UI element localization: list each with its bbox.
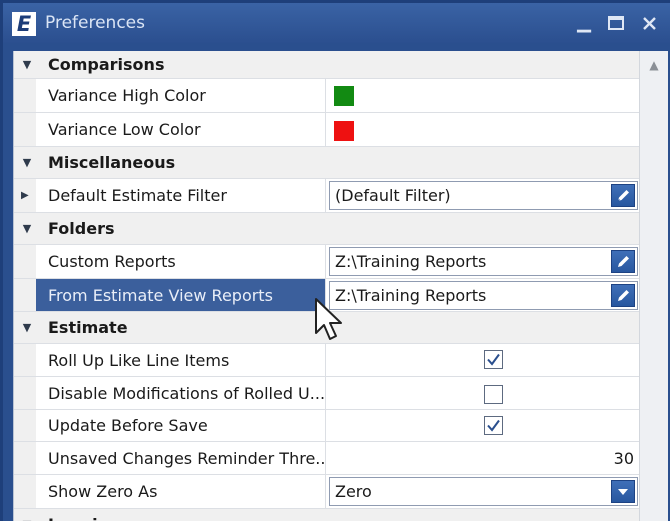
edit-button[interactable] <box>611 250 635 273</box>
property-name: Custom Reports <box>36 245 326 278</box>
row-gutter <box>14 113 36 146</box>
property-value: (Default Filter) <box>326 179 640 212</box>
property-value[interactable] <box>326 79 640 112</box>
maximize-icon <box>608 16 624 30</box>
property-value: Z:\Training Reports <box>326 245 640 278</box>
property-name: Unsaved Changes Reminder Thre... <box>36 442 326 474</box>
from-estimate-reports-path-field[interactable]: Z:\Training Reports <box>329 281 638 310</box>
reminder-threshold-value[interactable]: 30 <box>614 442 634 474</box>
category-folders[interactable]: ▼ Folders <box>14 213 640 245</box>
row-gutter <box>14 279 36 311</box>
row-gutter <box>14 344 36 376</box>
property-grid: ▼ Comparisons Variance High Color Varian… <box>13 51 640 521</box>
property-row-default-estimate-filter[interactable]: ▶ Default Estimate Filter (Default Filte… <box>14 179 640 213</box>
checkmark-icon <box>487 419 500 432</box>
row-gutter: ▶ <box>14 179 36 212</box>
show-zero-as-select[interactable]: Zero <box>329 477 638 506</box>
edit-button[interactable] <box>611 284 635 307</box>
edit-button[interactable] <box>611 184 635 207</box>
category-label: Comparisons <box>48 55 165 74</box>
property-value: Z:\Training Reports <box>326 279 640 311</box>
property-name: Update Before Save <box>36 410 326 441</box>
color-swatch-red[interactable] <box>334 121 354 141</box>
property-name: Disable Modifications of Rolled U... <box>36 377 326 409</box>
property-row-variance-low-color[interactable]: Variance Low Color <box>14 113 640 147</box>
category-label: Miscellaneous <box>48 153 176 172</box>
color-swatch-green[interactable] <box>334 86 354 106</box>
property-value: Zero <box>326 475 640 508</box>
expand-arrow-icon[interactable]: ▶ <box>21 179 33 212</box>
property-row-disable-modifications[interactable]: Disable Modifications of Rolled U... <box>14 377 640 410</box>
field-text: (Default Filter) <box>335 186 451 205</box>
property-name: Default Estimate Filter <box>36 179 326 212</box>
row-gutter <box>14 410 36 441</box>
title-bar[interactable]: E Preferences ▁ <box>3 3 670 43</box>
property-row-update-before-save[interactable]: Update Before Save <box>14 410 640 442</box>
app-logo-icon: E <box>12 12 36 36</box>
row-gutter <box>14 377 36 409</box>
pencil-icon <box>617 256 629 267</box>
property-name: From Estimate View Reports <box>36 279 326 311</box>
row-gutter <box>14 79 36 112</box>
collapse-arrow-icon[interactable]: ▼ <box>20 147 34 178</box>
collapse-arrow-icon[interactable]: ▼ <box>20 509 34 521</box>
close-button[interactable] <box>638 8 660 38</box>
vertical-scrollbar[interactable]: ▲ <box>639 51 668 521</box>
property-row-unsaved-changes-reminder[interactable]: Unsaved Changes Reminder Thre... 30 <box>14 442 640 475</box>
collapse-arrow-icon[interactable]: ▼ <box>20 213 34 244</box>
minimize-icon: ▁ <box>577 12 591 33</box>
custom-reports-path-field[interactable]: Z:\Training Reports <box>329 247 638 276</box>
update-before-save-checkbox[interactable] <box>484 416 503 435</box>
select-value: Zero <box>335 482 372 501</box>
property-value[interactable] <box>326 113 640 146</box>
row-gutter <box>14 245 36 278</box>
property-row-show-zero-as[interactable]: Show Zero As Zero <box>14 475 640 509</box>
scroll-up-icon[interactable]: ▲ <box>640 51 668 79</box>
property-value <box>326 410 640 441</box>
category-miscellaneous[interactable]: ▼ Miscellaneous <box>14 147 640 179</box>
disable-modifications-checkbox[interactable] <box>484 385 503 404</box>
row-gutter <box>14 475 36 508</box>
category-label: Folders <box>48 219 115 238</box>
property-row-custom-reports[interactable]: Custom Reports Z:\Training Reports <box>14 245 640 279</box>
maximize-button[interactable] <box>605 8 627 38</box>
close-icon <box>642 17 656 30</box>
dropdown-arrow-icon <box>618 488 628 495</box>
property-name: Variance Low Color <box>36 113 326 146</box>
roll-up-checkbox[interactable] <box>484 350 503 369</box>
default-filter-field[interactable]: (Default Filter) <box>329 181 638 210</box>
property-value <box>326 344 640 376</box>
minimize-button[interactable]: ▁ <box>573 8 595 38</box>
property-name: Roll Up Like Line Items <box>36 344 326 376</box>
mouse-cursor-icon <box>315 298 342 340</box>
dropdown-button[interactable] <box>611 480 635 503</box>
checkmark-icon <box>487 353 500 366</box>
property-row-variance-high-color[interactable]: Variance High Color <box>14 79 640 113</box>
category-logging[interactable]: ▼ Logging <box>14 509 640 521</box>
property-value[interactable]: 30 <box>326 442 640 474</box>
pencil-icon <box>617 190 629 202</box>
collapse-arrow-icon[interactable]: ▼ <box>20 51 34 78</box>
property-row-roll-up-like-line-items[interactable]: Roll Up Like Line Items <box>14 344 640 377</box>
category-label: Estimate <box>48 318 128 337</box>
window-title: Preferences <box>45 13 145 33</box>
pencil-icon <box>617 290 629 301</box>
category-comparisons[interactable]: ▼ Comparisons <box>14 51 640 79</box>
collapse-arrow-icon[interactable]: ▼ <box>20 312 34 343</box>
row-gutter <box>14 442 36 474</box>
preferences-window: E Preferences ▁ ▼ Comparisons Variance H… <box>3 3 670 521</box>
property-name: Variance High Color <box>36 79 326 112</box>
field-text: Z:\Training Reports <box>335 286 487 305</box>
property-name: Show Zero As <box>36 475 326 508</box>
field-text: Z:\Training Reports <box>335 252 487 271</box>
category-label: Logging <box>48 509 120 521</box>
property-value <box>326 377 640 409</box>
